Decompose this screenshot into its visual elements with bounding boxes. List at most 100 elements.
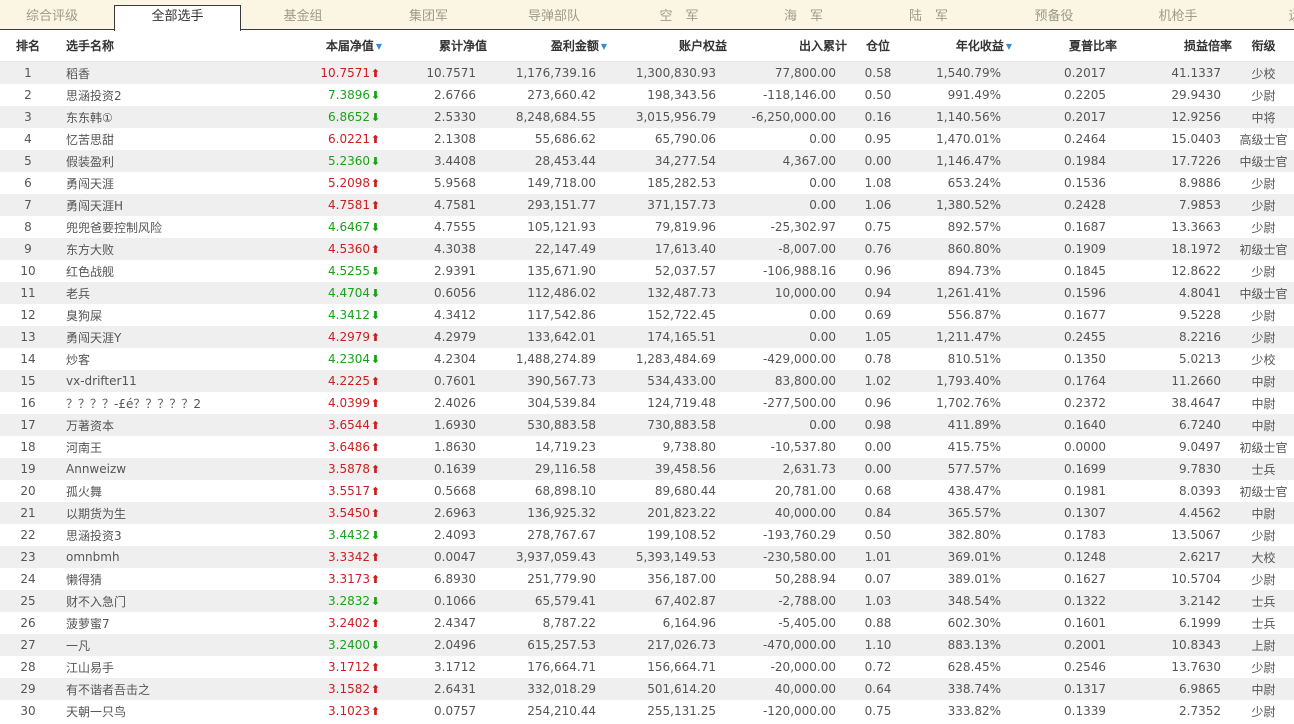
cell-player-name[interactable]: 东东韩① [56,106,238,128]
table-row[interactable]: 1 稻香 10.7571⬆ 10.7571 1,176,739.16 1,300,830.… [0,61,1294,84]
table-row[interactable]: 9 东方大败 4.5360⬆ 4.3038 22,147.49 17,613.40 -8,0… [0,238,1294,260]
cell-player-name[interactable]: vx-drifter11 [56,370,238,392]
table-row[interactable]: 24 懒得猜 3.3173⬆ 6.8930 251,779.90 356,187.00 50… [0,568,1294,590]
cell-player-name[interactable]: 一凡 [56,634,238,656]
cell-player-name[interactable]: omnbmh [56,546,238,568]
tab-machine-gunner[interactable]: 机枪手 [1116,0,1240,30]
nav-value: 3.2402 [328,616,370,630]
cell-io: -106,988.16 [728,260,848,282]
cell-cum-nav: 4.2304 [383,348,488,370]
cell-player-name[interactable]: 思涵投资3 [56,524,238,546]
cell-player-name[interactable]: 有不谐者吾击之 [56,678,238,700]
table-row[interactable]: 10 红色战舰 4.5255⬇ 2.9391 135,671.90 52,037.57 -1… [0,260,1294,282]
tab-army-group[interactable]: 集团军 [365,0,492,30]
table-row[interactable]: 7 勇闯天涯H 4.7581⬆ 4.7581 293,151.77 371,157.73 0… [0,194,1294,216]
col-header-nav[interactable]: 本届净值 ▼ [238,30,383,62]
cell-nav: 4.6467⬇ [238,216,383,238]
arrow-up-icon: ⬆ [370,617,381,630]
cell-player-name[interactable]: 臭狗屎 [56,304,238,326]
col-header-annual[interactable]: 年化收益 ▼ [908,30,1013,62]
table-row[interactable]: 25 财不入急门 3.2832⬇ 0.1066 65,579.41 67,402.87 -2… [0,590,1294,612]
cell-cum-nav: 4.7555 [383,216,488,238]
table-row[interactable]: 2 思涵投资2 7.3896⬇ 2.6766 273,660.42 198,343.56-… [0,84,1294,106]
cell-sharpe: 0.1307 [1013,502,1118,524]
table-row[interactable]: 15 vx-drifter11 4.2225⬆ 0.7601 390,567.73 534… [0,370,1294,392]
cell-player-name[interactable]: 万著资本 [56,414,238,436]
table-row[interactable]: 20 孤火舞 3.5517⬆ 0.5668 68,898.10 89,680.44 20,7… [0,480,1294,502]
cell-annual: 1,146.47% [908,150,1013,172]
table-row[interactable]: 12 臭狗屎 4.3412⬇ 4.3412 117,542.86 152,722.45 0.… [0,304,1294,326]
cell-player-name[interactable]: 兜兜爸要控制风险 [56,216,238,238]
cell-profit: 22,147.49 [488,238,608,260]
cell-io: 0.00 [728,304,848,326]
table-row[interactable]: 11 老兵 4.4704⬇ 0.6056 112,486.02 132,487.73 10,… [0,282,1294,304]
tab-air-force[interactable]: 空 军 [616,0,742,30]
cell-player-name[interactable]: 勇闯天涯H [56,194,238,216]
table-row[interactable]: 5 假装盈利 5.2360⬇ 3.4408 28,453.44 34,277.54 4,36… [0,150,1294,172]
cell-player-name[interactable]: 天朝一只鸟 [56,700,238,722]
cell-rank: 27 [0,634,56,656]
cell-player-name[interactable]: 以期货为生 [56,502,238,524]
cell-player-name[interactable]: 老兵 [56,282,238,304]
cell-player-name[interactable]: 懒得猜 [56,568,238,590]
cell-player-name[interactable]: 炒客 [56,348,238,370]
tab-missile-force[interactable]: 导弹部队 [492,0,616,30]
cell-player-name[interactable]: 江山易手 [56,656,238,678]
table-row[interactable]: 13 勇闯天涯Y 4.2979⬆ 4.2979 133,642.01 174,165.51… [0,326,1294,348]
table-row[interactable]: 18 河南王 3.6486⬆ 1.8630 14,719.23 9,738.80 -10,5… [0,436,1294,458]
cell-annual: 883.13% [908,634,1013,656]
cell-player-name[interactable]: 思涵投资2 [56,84,238,106]
cell-sharpe: 0.2464 [1013,128,1118,150]
cell-player-name[interactable]: 河南王 [56,436,238,458]
cell-title: 少尉 [1233,304,1294,326]
arrow-up-icon: ⬆ [370,67,381,80]
table-row[interactable]: 27 一凡 3.2400⬇ 2.0496 615,257.53 217,026.73 -47… [0,634,1294,656]
tab-all-players[interactable]: 全部选手 [114,5,241,31]
cell-player-name[interactable]: 勇闯天涯 [56,172,238,194]
table-row[interactable]: 8 兜兜爸要控制风险 4.6467⬇ 4.7555 105,121.93 79,819.9… [0,216,1294,238]
table-row[interactable]: 4 忆苦思甜 6.0221⬆ 2.1308 55,686.62 65,790.06 0.00… [0,128,1294,150]
cell-profit: 332,018.29 [488,678,608,700]
cell-player-name[interactable]: Annweizw [56,458,238,480]
table-row[interactable]: 14 炒客 4.2304⬇ 4.2304 1,488,274.89 1,283,484.6… [0,348,1294,370]
tab-reserve[interactable]: 预备役 [992,0,1116,30]
cell-player-name[interactable]: 勇闯天涯Y [56,326,238,348]
cell-player-name[interactable]: 忆苦思甜 [56,128,238,150]
cell-player-name[interactable]: ？？？？-£é？？？？？2 [56,392,238,414]
table-row[interactable]: 28 江山易手 3.1712⬆ 3.1712 176,664.71 156,664.71-… [0,656,1294,678]
table-row[interactable]: 21 以期货为生 3.5450⬆ 2.6963 136,925.32 201,823.22… [0,502,1294,524]
table-row[interactable]: 26 菠萝蜜7 3.2402⬆ 2.4347 8,787.22 6,164.96 -5,40… [0,612,1294,634]
table-row[interactable]: 30 天朝一只鸟 3.1023⬆ 0.0757 254,210.44 255,131.25… [0,700,1294,722]
cell-player-name[interactable]: 菠萝蜜7 [56,612,238,634]
tab-navy[interactable]: 海 军 [742,0,865,30]
table-row[interactable]: 16 ？？？？-£é？？？？？2 4.0399⬆ 2.4026 304,539.84 12… [0,392,1294,414]
tab-overflow[interactable]: 远 [1240,0,1294,30]
col-header-equity: 账户权益 [608,30,728,62]
cell-rank: 14 [0,348,56,370]
arrow-up-icon: ⬆ [370,375,381,388]
cell-player-name[interactable]: 东方大败 [56,238,238,260]
cell-io: -10,537.80 [728,436,848,458]
table-row[interactable]: 3 东东韩① 6.8652⬇ 2.5330 8,248,684.55 3,015,956.… [0,106,1294,128]
col-header-profit[interactable]: 盈利金额 ▼ [488,30,608,62]
cell-equity: 39,458.56 [608,458,728,480]
cell-player-name[interactable]: 稻香 [56,61,238,84]
tab-army[interactable]: 陆 军 [865,0,992,30]
tab-fund-group[interactable]: 基金组 [241,0,365,30]
cell-title: 少校 [1233,348,1294,370]
cell-equity: 199,108.52 [608,524,728,546]
cell-player-name[interactable]: 孤火舞 [56,480,238,502]
table-row[interactable]: 29 有不谐者吾击之 3.1582⬆ 2.6431 332,018.29 501,614.… [0,678,1294,700]
table-row[interactable]: 23 omnbmh 3.3342⬆ 0.0047 3,937,059.43 5,393,1… [0,546,1294,568]
cell-player-name[interactable]: 假装盈利 [56,150,238,172]
tab-composite-rating[interactable]: 综合评级 [0,0,104,30]
table-row[interactable]: 22 思涵投资3 3.4432⬇ 2.4093 278,767.67 199,108.52… [0,524,1294,546]
table-row[interactable]: 17 万著资本 3.6544⬆ 1.6930 530,883.58 730,883.58 0… [0,414,1294,436]
cell-title: 少尉 [1233,216,1294,238]
nav-value: 4.2979 [328,330,370,344]
table-row[interactable]: 19 Annweizw 3.5878⬆ 0.1639 29,116.58 39,458.5… [0,458,1294,480]
cell-player-name[interactable]: 红色战舰 [56,260,238,282]
cell-pl-ratio: 41.1337 [1118,61,1233,84]
cell-player-name[interactable]: 财不入急门 [56,590,238,612]
table-row[interactable]: 6 勇闯天涯 5.2098⬆ 5.9568 149,718.00 185,282.53 0.… [0,172,1294,194]
